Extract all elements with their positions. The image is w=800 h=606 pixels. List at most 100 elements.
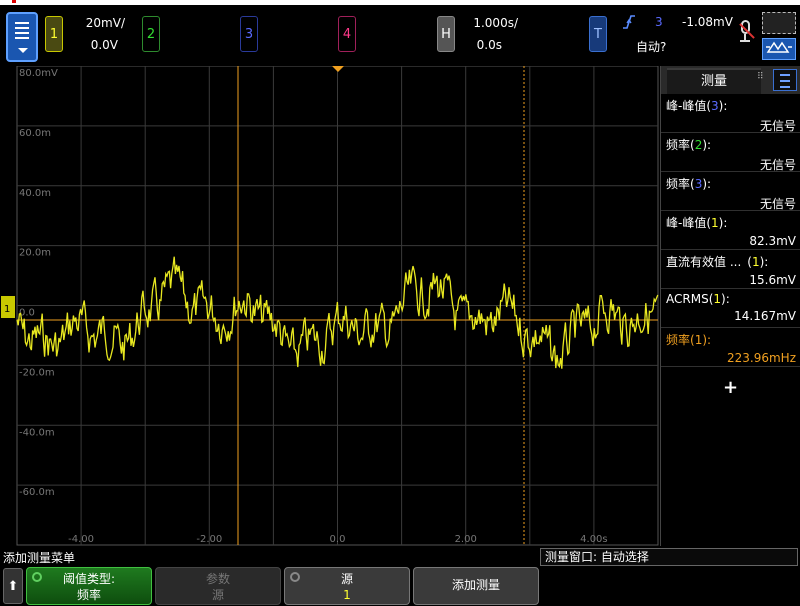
menu-title: 添加测量菜单: [3, 551, 76, 565]
measurement-value: 14.167mV: [734, 309, 796, 323]
measurement-name: ACRMS(1):: [666, 292, 730, 306]
channel-3-label: 3: [244, 26, 254, 42]
threshold-type-value: 频率: [76, 588, 101, 602]
trigger-label: T: [594, 26, 602, 42]
add-measurement-label: 添加测量: [451, 578, 500, 592]
y-axis-label: 80.0mV: [19, 68, 58, 79]
measurement-item[interactable]: 峰-峰值(3): 无信号: [661, 94, 800, 133]
channel-4-button[interactable]: 4: [338, 16, 356, 52]
y-axis-label: -20.0m: [19, 367, 55, 378]
horizontal-button[interactable]: H: [437, 16, 455, 52]
top-bar: 1 20mV/ 0.0V 2 3 4 H 1.000s/ 0.0s T 3 -1…: [0, 0, 800, 66]
channel-1-marker-label: 1: [4, 304, 10, 315]
zoom-button[interactable]: [762, 38, 796, 60]
knob-icon: [32, 572, 42, 582]
softkey-bar: ⬆ 阈值类型: 频率 参数 源 源 1 添加测量: [0, 566, 800, 606]
y-axis-label: -60.0m: [19, 487, 55, 498]
horizontal-delay: 0.0s: [476, 38, 502, 52]
measurement-source: 1: [751, 255, 760, 269]
measurement-name-text: 峰-峰值: [666, 216, 707, 230]
source-value: 1: [343, 588, 351, 602]
channel-4-label: 4: [342, 26, 352, 42]
measurement-name-text: 峰-峰值: [666, 99, 707, 113]
measurement-list: 峰-峰值(3): 无信号 频率(2): 无信号 频率(3): 无信号 峰-峰值(1): 82.…: [661, 94, 800, 367]
measurement-window-indicator: 测量窗口: 自动选择: [540, 548, 798, 566]
measurement-value: 无信号: [759, 197, 796, 211]
list-view-icon[interactable]: [773, 69, 797, 91]
measurement-item[interactable]: 频率(1): 223.96mHz: [661, 328, 800, 367]
measurement-name-text: 频率: [666, 138, 691, 152]
channel-1-label: 1: [49, 26, 59, 42]
y-axis-label: -40.0m: [19, 427, 55, 438]
horizontal-scale: 1.000s/: [473, 16, 518, 30]
x-axis-label: 0.0: [330, 534, 346, 545]
measurement-name: 峰-峰值(1):: [666, 216, 728, 230]
parameter-label: 参数: [205, 572, 230, 586]
trigger-level: -1.08mV: [682, 15, 733, 29]
threshold-type-softkey[interactable]: 阈值类型: 频率: [26, 567, 152, 605]
measurement-source: 3: [711, 99, 719, 113]
measurement-value: 223.96mHz: [727, 351, 796, 365]
add-measurement-plus-icon[interactable]: +: [661, 377, 800, 398]
horizontal-label: H: [441, 26, 451, 42]
measurement-tab[interactable]: 测量: [667, 68, 761, 94]
knob-icon: [290, 572, 300, 582]
x-axis-label: 4.00s: [580, 534, 607, 545]
measurement-name: 频率(3):: [666, 177, 712, 191]
threshold-type-label: 阈值类型:: [62, 572, 116, 586]
measurement-name-text: ACRMS: [666, 292, 709, 306]
x-axis-label: 2.00: [455, 534, 477, 545]
measurement-value: 15.6mV: [749, 273, 796, 287]
measurement-panel: 测量 ⠿ 峰-峰值(3): 无信号 频率(2): 无信号 频率(3): 无信号 峰-峰值(1…: [660, 66, 800, 546]
add-measurement-softkey[interactable]: 添加测量: [413, 567, 539, 605]
top-strip: [0, 0, 800, 5]
measurement-name: 频率(2):: [666, 138, 712, 152]
grip-dots-icon: ⠿: [757, 72, 764, 82]
channel-2-label: 2: [146, 26, 156, 42]
trigger-mode: 自动?: [636, 40, 667, 54]
channel-2-button[interactable]: 2: [142, 16, 160, 52]
measurement-item[interactable]: 频率(3): 无信号: [661, 172, 800, 211]
main-menu-button[interactable]: [6, 12, 38, 62]
source-label: 源: [340, 572, 353, 586]
channel-3-button[interactable]: 3: [240, 16, 258, 52]
chevron-down-icon: [18, 48, 28, 53]
waveform-display[interactable]: 80.0mV 60.0m 40.0m 20.0m 0.0 -20.0m -40.0m -60.…: [0, 66, 660, 546]
measurement-item[interactable]: 频率(2): 无信号: [661, 133, 800, 172]
measurement-item[interactable]: 直流有效值 ... (1): 15.6mV: [661, 250, 800, 289]
parameter-source-label: 源: [211, 588, 224, 602]
x-axis-label: -4.00: [68, 534, 94, 545]
measurement-name-text: 直流有效值 ...: [666, 255, 742, 269]
channel-1-scale: 20mV/: [85, 16, 125, 30]
source-softkey[interactable]: 源 1: [284, 567, 410, 605]
zoom-preview-box[interactable]: [762, 12, 796, 34]
measurement-name: 频率(1):: [666, 333, 712, 347]
back-button[interactable]: ⬆: [3, 568, 23, 604]
x-axis-label: -2.00: [196, 534, 222, 545]
trigger-button[interactable]: T: [589, 16, 607, 52]
measurement-item[interactable]: ACRMS(1): 14.167mV: [661, 289, 800, 328]
microphone-muted-icon[interactable]: [739, 20, 755, 48]
y-axis-label: 20.0m: [19, 248, 51, 259]
channel-1-button[interactable]: 1: [45, 16, 63, 52]
measurement-value: 无信号: [759, 119, 796, 133]
channel-1-ground-marker[interactable]: 1: [1, 296, 15, 318]
measurement-value: 无信号: [759, 158, 796, 172]
measurement-name-text: 频率: [666, 177, 691, 191]
measurement-name-text: 频率: [666, 333, 691, 347]
measurement-value: 82.3mV: [749, 234, 796, 248]
empty-softkey-area: [542, 567, 797, 605]
measurement-name: 直流有效值 ... (1):: [666, 255, 769, 269]
rising-edge-icon: [622, 14, 636, 34]
parameter-source-softkey[interactable]: 参数 源: [155, 567, 281, 605]
menu-icon: [15, 22, 29, 40]
measurement-item[interactable]: 峰-峰值(1): 82.3mV: [661, 211, 800, 250]
channel-1-offset: 0.0V: [90, 38, 118, 52]
measurement-source: 1: [711, 216, 719, 230]
y-axis-label: 40.0m: [19, 188, 51, 199]
y-axis-label: 60.0m: [19, 128, 51, 139]
zoom-icon: [766, 41, 792, 53]
measurement-tabs: 测量 ⠿: [661, 66, 800, 94]
status-bar: 添加测量菜单 测量窗口: 自动选择: [0, 546, 800, 566]
trigger-source: 3: [655, 15, 663, 29]
